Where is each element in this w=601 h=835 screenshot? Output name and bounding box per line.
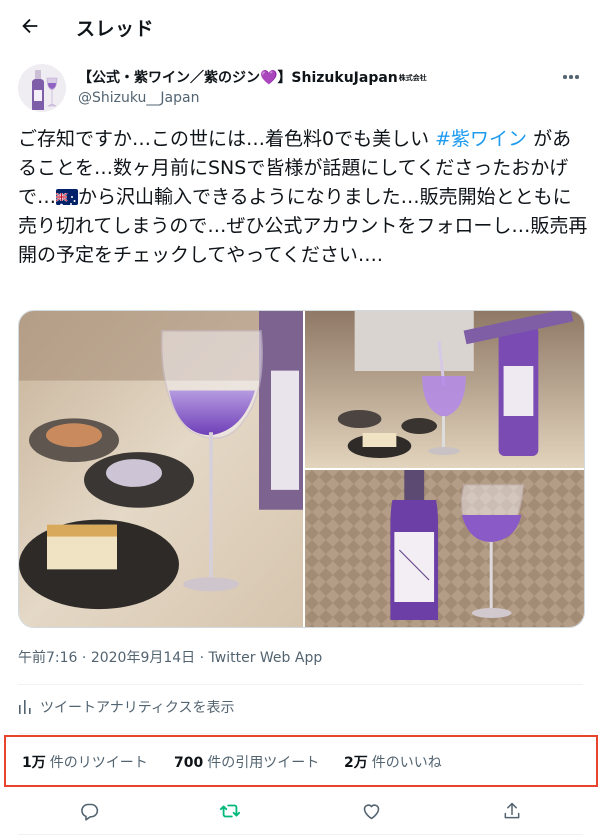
display-name[interactable]: 【公式・紫ワイン／紫のジン💜】ShizukuJapan株式会社: [78, 67, 427, 87]
tweet-stats: 1万 件のリツイート 700 件の引用ツイート 2万 件のいいね: [4, 735, 598, 787]
bar-chart-icon: [19, 700, 31, 714]
retweet-icon: [219, 804, 241, 818]
share-button[interactable]: [495, 796, 529, 826]
reply-icon: [80, 803, 98, 821]
photo-3[interactable]: [305, 470, 584, 627]
back-button[interactable]: [17, 13, 43, 39]
purple-heart-icon: 💜: [260, 70, 278, 86]
tweet-source[interactable]: Twitter Web App: [209, 650, 323, 666]
company-badge: 株式会社: [398, 74, 427, 82]
reply-button[interactable]: [72, 796, 106, 826]
quotes-count: 700: [174, 755, 204, 771]
retweets-label: 件のリツイート: [49, 755, 148, 771]
display-name-text: 【公式・紫ワイン／紫のジン: [78, 70, 260, 86]
tweet-text-part: から沢山輸入できるようになりました…販売開始とともに売り切れてしまうので…ぜひ公…: [18, 186, 588, 266]
tweet-date[interactable]: 2020年9月14日: [91, 650, 195, 666]
tweet-time[interactable]: 午前7:16: [18, 650, 77, 666]
tweet-actions: [0, 796, 601, 826]
likes-stat[interactable]: 2万 件のいいね: [344, 752, 442, 772]
retweets-count: 1万: [22, 755, 46, 771]
meta-separator: ·: [77, 650, 91, 666]
divider: [18, 733, 583, 734]
tweet-author: 【公式・紫ワイン／紫のジン💜】ShizukuJapan株式会社 @Shizuku…: [18, 62, 583, 112]
media-grid: [18, 310, 585, 628]
hashtag-link[interactable]: #紫ワイン: [435, 128, 527, 150]
like-button[interactable]: [354, 796, 388, 826]
retweet-button[interactable]: [213, 796, 247, 826]
meta-separator: ·: [195, 650, 209, 666]
photo-2[interactable]: [305, 311, 584, 468]
share-icon: [504, 802, 520, 819]
media-side-column: [305, 311, 584, 627]
likes-label: 件のいいね: [371, 755, 442, 771]
analytics-label: ツイートアナリティクスを表示: [40, 700, 235, 716]
thread-header: スレッド: [0, 0, 601, 53]
heart-icon: [363, 803, 379, 819]
quotes-stat[interactable]: 700 件の引用ツイート: [174, 752, 319, 772]
analytics-link[interactable]: ツイートアナリティクスを表示: [18, 697, 234, 717]
page-title: スレッド: [76, 18, 155, 40]
quotes-label: 件の引用ツイート: [207, 755, 320, 771]
more-horizontal-icon: [563, 75, 567, 79]
divider: [18, 684, 583, 685]
arrow-left-icon: [22, 18, 38, 34]
tweet-meta: 午前7:16 · 2020年9月14日 · Twitter Web App: [18, 647, 322, 667]
tweet-text-part: ご存知ですか…この世には…着色料0でも美しい: [18, 128, 436, 150]
retweets-stat[interactable]: 1万 件のリツイート: [22, 752, 148, 772]
likes-count: 2万: [344, 755, 368, 771]
avatar[interactable]: [18, 64, 66, 112]
display-name-text-suffix: 】ShizukuJapan: [277, 70, 398, 86]
user-handle[interactable]: @Shizuku__Japan: [78, 90, 199, 106]
australia-flag-icon: [56, 189, 79, 205]
photo-1[interactable]: [19, 311, 303, 627]
more-options-button[interactable]: [559, 68, 583, 86]
tweet-text: ご存知ですか…この世には…着色料0でも美しい #紫ワイン があることを…数ヶ月前…: [18, 125, 588, 270]
